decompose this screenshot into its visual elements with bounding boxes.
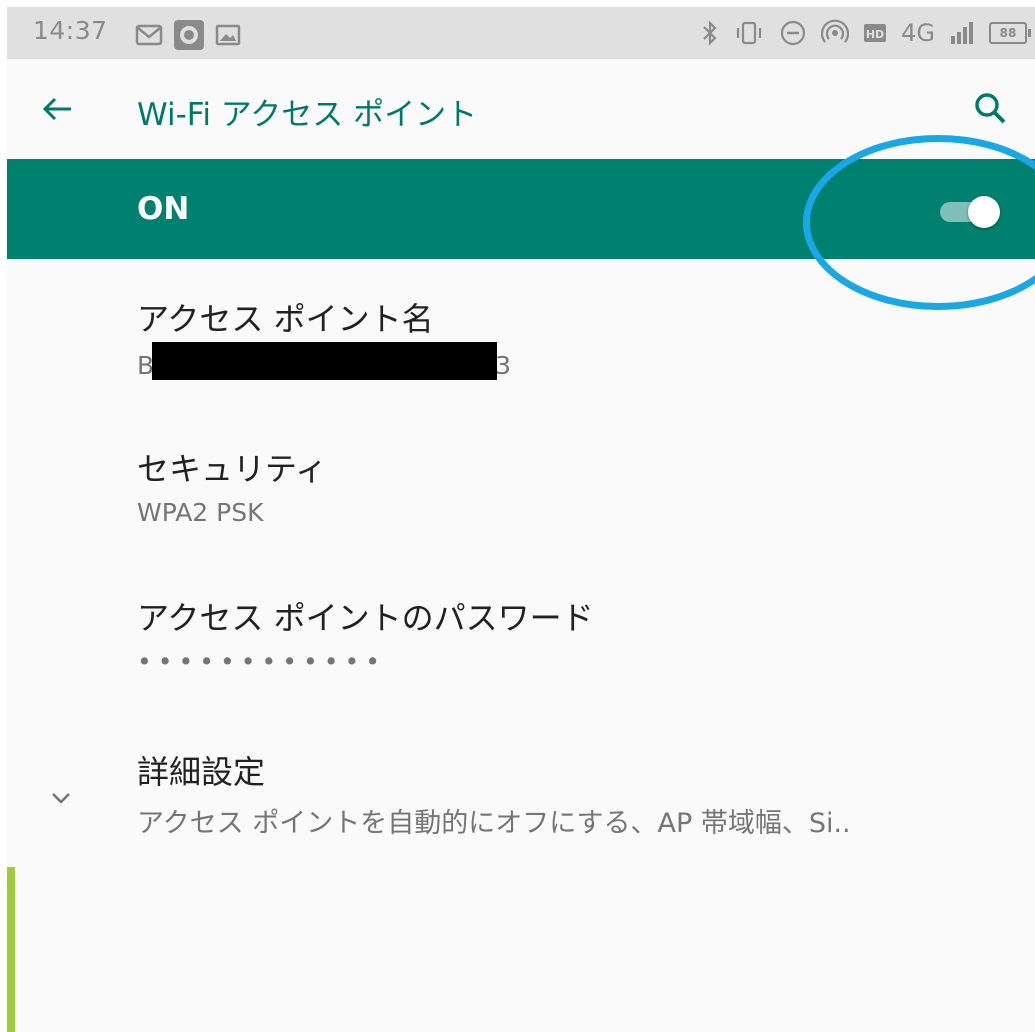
hd-icon: HD bbox=[864, 24, 887, 42]
setting-advanced[interactable]: 詳細設定 アクセス ポイントを自動的にオフにする、AP 帯域幅、Si.. bbox=[137, 747, 851, 840]
svg-text:HD: HD bbox=[866, 28, 884, 41]
security-title: セキュリティ bbox=[137, 450, 328, 488]
password-value: •••••••••••• bbox=[137, 647, 386, 676]
setting-password[interactable]: アクセス ポイントのパスワード •••••••••••• bbox=[137, 593, 594, 676]
switch-label: ON bbox=[137, 191, 190, 227]
record-icon bbox=[174, 20, 204, 50]
advanced-summary: アクセス ポイントを自動的にオフにする、AP 帯域幅、Si.. bbox=[137, 808, 851, 839]
status-time: 14:37 bbox=[33, 16, 108, 45]
chevron-down-icon[interactable] bbox=[45, 782, 77, 814]
network-type: 4G bbox=[901, 19, 935, 47]
dnd-icon bbox=[781, 20, 806, 46]
image-icon bbox=[215, 24, 241, 46]
advanced-title: 詳細設定 bbox=[137, 753, 266, 791]
bluetooth-icon bbox=[703, 20, 717, 46]
battery-icon: 88 bbox=[989, 22, 1031, 44]
signal-icon bbox=[951, 22, 973, 44]
vibrate-icon bbox=[737, 21, 762, 45]
arrow-back-icon[interactable] bbox=[37, 89, 77, 129]
password-title: アクセス ポイントのパスワード bbox=[137, 599, 594, 637]
hotspot-icon bbox=[821, 19, 850, 43]
setting-security[interactable]: セキュリティ WPA2 PSK bbox=[137, 444, 327, 527]
page-title: Wi-Fi アクセス ポイント bbox=[137, 97, 478, 133]
search-icon[interactable] bbox=[971, 89, 1011, 129]
decorative-edge bbox=[7, 867, 15, 1032]
status-bar: 14:37 HD 4G 88 bbox=[7, 7, 1035, 59]
security-value: WPA2 PSK bbox=[137, 498, 264, 527]
redaction-bar bbox=[152, 342, 498, 380]
ap-name-title: アクセス ポイント名 bbox=[137, 300, 434, 338]
ap-name-value-end: 3 bbox=[495, 351, 512, 380]
gmail-icon bbox=[135, 24, 163, 46]
ap-name-value: B3 bbox=[137, 342, 512, 386]
setting-ap-name[interactable]: アクセス ポイント名 B3 bbox=[137, 294, 511, 386]
